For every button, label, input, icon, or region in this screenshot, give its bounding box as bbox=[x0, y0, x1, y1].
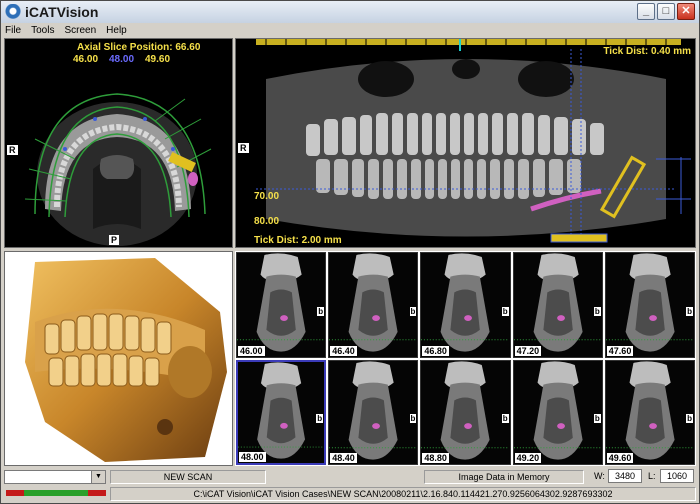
slice-image bbox=[329, 253, 418, 357]
axial-posterior-marker: P bbox=[109, 235, 120, 245]
slice-position-label: 48.00 bbox=[239, 452, 266, 462]
axial-pos-left: 46.00 bbox=[73, 54, 99, 65]
menu-bar: File Tools Screen Help bbox=[1, 23, 699, 37]
slice-buccal-marker: b bbox=[317, 306, 325, 316]
cross-section-slice[interactable]: 46.40 b bbox=[328, 252, 419, 358]
cross-section-slice[interactable]: 48.40 b bbox=[328, 359, 419, 465]
axial-slice-position: Axial Slice Position: 66.60 bbox=[77, 42, 201, 53]
slice-buccal-marker: b bbox=[409, 306, 417, 316]
slice-image bbox=[329, 360, 418, 464]
window-width-input[interactable]: 3480 bbox=[608, 469, 642, 483]
title-bar[interactable]: iCATVision _ □ ✕ bbox=[1, 1, 699, 23]
view-select-dropdown[interactable]: ▼ bbox=[4, 470, 106, 484]
slice-image bbox=[421, 360, 510, 464]
slice-position-label: 48.40 bbox=[330, 453, 357, 463]
data-state-field: Image Data in Memory bbox=[424, 470, 584, 484]
panoramic-side-right-marker: R bbox=[238, 143, 249, 153]
panoramic-view[interactable]: Tick Dist: 0.40 mm Tick Dist: 2.00 mm R … bbox=[235, 38, 696, 248]
axial-image[interactable] bbox=[5, 39, 233, 248]
window-level-input[interactable]: 1060 bbox=[660, 469, 694, 483]
menu-file[interactable]: File bbox=[5, 25, 21, 36]
slice-image bbox=[513, 360, 602, 464]
slice-position-label: 49.20 bbox=[514, 453, 542, 463]
slice-buccal-marker: b bbox=[501, 414, 509, 424]
slice-position-label: 46.40 bbox=[330, 345, 357, 356]
maximize-button[interactable]: □ bbox=[657, 3, 675, 20]
slice-image bbox=[421, 253, 510, 357]
depth-label-80: 80.00 bbox=[254, 216, 280, 227]
window-title: iCATVision bbox=[25, 4, 99, 20]
window-level-label: L: bbox=[648, 471, 656, 481]
window-controls: _ □ ✕ bbox=[637, 3, 695, 20]
slice-image bbox=[238, 361, 325, 463]
menu-screen[interactable]: Screen bbox=[64, 25, 96, 36]
slice-buccal-marker: b bbox=[316, 414, 324, 424]
cross-section-grid: 46.00 b 46.40 b 46.80 b 47.20 b 47.60 b 48.00 b 48.4… bbox=[235, 251, 696, 466]
slice-image bbox=[605, 253, 694, 357]
app-window: iCATVision _ □ ✕ File Tools Screen Help bbox=[0, 0, 700, 504]
slice-position-label: 46.80 bbox=[422, 345, 449, 356]
slice-buccal-marker: b bbox=[501, 306, 509, 316]
skull-3d-render[interactable] bbox=[5, 252, 233, 466]
menu-tools[interactable]: Tools bbox=[31, 25, 54, 36]
slice-buccal-marker: b bbox=[686, 414, 693, 424]
minimize-button[interactable]: _ bbox=[637, 3, 655, 20]
progress-indicator bbox=[6, 490, 106, 496]
axial-side-right-marker: R bbox=[7, 145, 18, 155]
cross-section-slice[interactable]: 46.00 b bbox=[236, 252, 327, 358]
panoramic-image[interactable] bbox=[236, 39, 696, 248]
axial-pos-right: 49.60 bbox=[145, 54, 171, 65]
slice-position-label: 47.60 bbox=[606, 345, 634, 356]
slice-image bbox=[237, 253, 326, 357]
status-bar: ▼ NEW SCAN Image Data in Memory W: 3480 … bbox=[4, 468, 696, 502]
scan-name-field: NEW SCAN bbox=[110, 470, 266, 484]
tick-distance-bottom: Tick Dist: 2.00 mm bbox=[254, 235, 342, 246]
slice-buccal-marker: b bbox=[593, 414, 601, 424]
menu-help[interactable]: Help bbox=[106, 25, 127, 36]
cross-section-slice[interactable]: 49.20 b bbox=[512, 359, 603, 465]
slice-position-label: 48.80 bbox=[422, 453, 449, 463]
chevron-down-icon[interactable]: ▼ bbox=[91, 471, 105, 483]
cross-section-slice[interactable]: 49.60 b bbox=[604, 359, 695, 465]
close-button[interactable]: ✕ bbox=[677, 3, 695, 20]
slice-buccal-marker: b bbox=[409, 414, 417, 424]
slice-position-label: 49.60 bbox=[606, 453, 634, 463]
depth-label-70: 70.00 bbox=[254, 191, 280, 202]
app-logo-icon bbox=[5, 4, 21, 20]
slice-position-label: 46.00 bbox=[238, 345, 265, 356]
slice-image bbox=[605, 360, 694, 464]
cross-section-slice[interactable]: 46.80 b bbox=[420, 252, 511, 358]
slice-image bbox=[513, 253, 602, 357]
cross-section-slice[interactable]: 47.60 b bbox=[604, 252, 695, 358]
slice-position-label: 47.20 bbox=[514, 345, 542, 356]
cross-section-slice[interactable]: 48.00 b bbox=[236, 359, 327, 465]
window-width-label: W: bbox=[594, 471, 605, 481]
cross-section-slice[interactable]: 48.80 b bbox=[420, 359, 511, 465]
file-path-field: C:\iCAT Vision\iCAT Vision Cases\NEW SCA… bbox=[110, 487, 696, 501]
axial-pos-mid: 48.00 bbox=[109, 54, 135, 65]
cross-section-slice[interactable]: 47.20 b bbox=[512, 252, 603, 358]
volume-render-view[interactable] bbox=[4, 251, 233, 466]
axial-view[interactable]: Axial Slice Position: 66.60 46.00 48.00 … bbox=[4, 38, 233, 248]
slice-buccal-marker: b bbox=[593, 306, 601, 316]
tick-distance-top: Tick Dist: 0.40 mm bbox=[603, 46, 691, 57]
slice-buccal-marker: b bbox=[686, 306, 693, 316]
